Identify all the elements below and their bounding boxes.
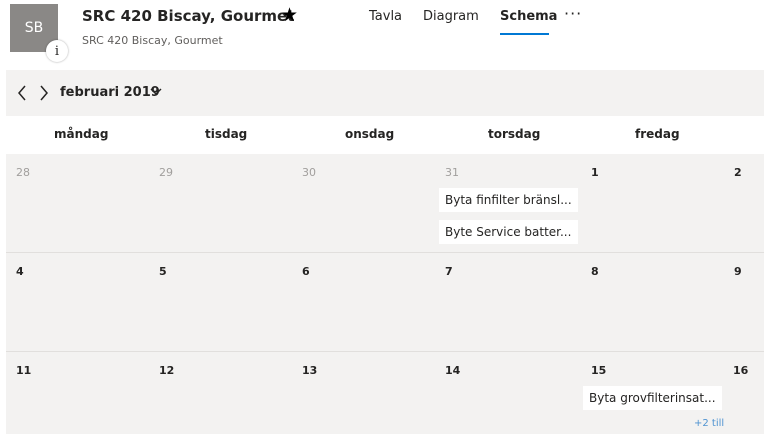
chevron-left-icon [18, 85, 26, 101]
previous-month-button[interactable] [12, 80, 32, 106]
day-number[interactable]: 29 [159, 166, 173, 179]
month-selector[interactable]: februari 2019 [60, 85, 160, 100]
day-number[interactable]: 16 [733, 364, 748, 377]
favorite-star-icon[interactable]: ★ [281, 4, 298, 26]
active-tab-indicator [500, 33, 549, 35]
page-title: SRC 420 Biscay, Gourmet [82, 7, 295, 25]
week-divider [6, 351, 764, 352]
app-header: SB i SRC 420 Biscay, Gourmet ★ SRC 420 B… [0, 0, 764, 64]
tab-diagram[interactable]: Diagram [423, 9, 479, 24]
day-number[interactable]: 28 [16, 166, 30, 179]
weekday-label: måndag [54, 127, 109, 141]
page-subtitle: SRC 420 Biscay, Gourmet [82, 34, 223, 47]
chevron-down-icon [150, 88, 162, 95]
weekday-label: onsdag [345, 127, 395, 141]
month-dropdown-button[interactable] [148, 82, 164, 102]
day-number[interactable]: 30 [302, 166, 316, 179]
next-month-button[interactable] [34, 80, 54, 106]
info-icon[interactable]: i [46, 40, 68, 62]
day-number[interactable]: 8 [591, 265, 599, 278]
day-number[interactable]: 5 [159, 265, 167, 278]
tab-schema[interactable]: Schema [500, 9, 557, 24]
day-number[interactable]: 4 [16, 265, 24, 278]
calendar-grid: 28 29 30 31 1 2 Byta finfilter bränsl...… [6, 154, 764, 434]
day-number[interactable]: 6 [302, 265, 310, 278]
weekday-label: torsdag [488, 127, 541, 141]
weekday-header: måndag tisdag onsdag torsdag fredag [6, 116, 764, 154]
day-number[interactable]: 7 [445, 265, 453, 278]
calendar-event[interactable]: Byta finfilter bränsl... [439, 188, 578, 212]
weekday-label: fredag [635, 127, 680, 141]
day-number[interactable]: 2 [734, 166, 742, 179]
calendar-event[interactable]: Byte Service batter... [439, 220, 578, 244]
weekday-label: tisdag [205, 127, 248, 141]
more-events-link[interactable]: +2 till [694, 418, 724, 429]
day-number[interactable]: 9 [734, 265, 742, 278]
more-options-button[interactable]: ··· [564, 4, 582, 23]
day-number[interactable]: 11 [16, 364, 31, 377]
day-number[interactable]: 15 [591, 364, 606, 377]
calendar-toolbar: februari 2019 [6, 70, 764, 116]
day-number[interactable]: 31 [445, 166, 459, 179]
day-number[interactable]: 1 [591, 166, 599, 179]
week-divider [6, 252, 764, 253]
chevron-right-icon [40, 85, 48, 101]
tab-tavla[interactable]: Tavla [369, 9, 402, 24]
day-number[interactable]: 14 [445, 364, 460, 377]
calendar-event[interactable]: Byta grovfilterinsat... [583, 386, 722, 410]
day-number[interactable]: 12 [159, 364, 174, 377]
day-number[interactable]: 13 [302, 364, 317, 377]
